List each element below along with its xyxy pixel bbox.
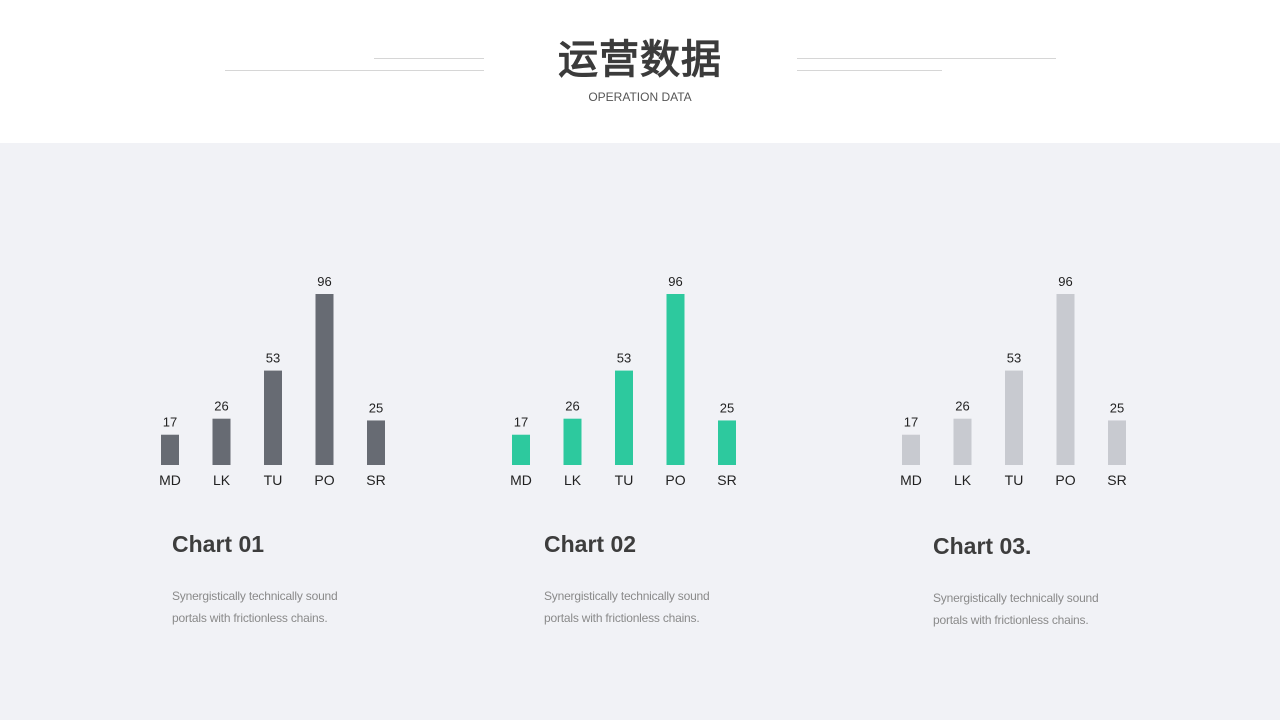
bar-md: [902, 434, 920, 465]
category-label-tu: TU: [264, 472, 283, 488]
bar-po: [666, 294, 685, 465]
category-label-lk: LK: [564, 472, 582, 488]
value-label-sr: 25: [720, 400, 734, 415]
category-label-md: MD: [510, 472, 532, 488]
category-label-tu: TU: [1005, 472, 1024, 488]
bar-po: [315, 294, 334, 465]
bar-md: [161, 434, 179, 465]
category-label-po: PO: [1055, 472, 1075, 488]
value-label-md: 17: [163, 415, 177, 430]
bar-lk: [212, 418, 231, 465]
bar-tu: [264, 370, 282, 465]
value-label-po: 96: [317, 274, 331, 289]
bar-md: [512, 434, 530, 465]
bar-chart-03: 17 MD 26 LK 53 TU 96 PO 25 SR: [900, 274, 1127, 488]
value-label-tu: 53: [1007, 351, 1021, 366]
chart-title-03: Chart 03.: [933, 533, 1032, 559]
value-label-lk: 26: [955, 399, 969, 414]
value-label-sr: 25: [369, 400, 383, 415]
chart-title-02: Chart 02: [544, 531, 637, 557]
page-subtitle: OPERATION DATA: [588, 90, 692, 104]
bar-sr: [1108, 420, 1126, 465]
category-label-md: MD: [900, 472, 922, 488]
value-label-sr: 25: [1110, 400, 1124, 415]
description-line: Synergistically technically sound: [544, 589, 710, 603]
bar-lk: [563, 418, 582, 465]
description-line: portals with frictionless chains.: [172, 611, 328, 625]
bar-tu: [1005, 370, 1023, 465]
chart-title-01: Chart 01: [172, 531, 265, 557]
chart-description-03: Synergistically technically sound portal…: [933, 587, 1153, 631]
value-label-lk: 26: [565, 399, 579, 414]
bar-chart-02: 17 MD 26 LK 53 TU 96 PO 25 SR: [510, 274, 737, 488]
page-title: 运营数据: [558, 37, 722, 83]
value-label-tu: 53: [617, 351, 631, 366]
chart-description-02: Synergistically technically sound portal…: [544, 585, 764, 629]
bar-sr: [367, 420, 385, 465]
bar-po: [1056, 294, 1075, 465]
bar-sr: [718, 420, 736, 465]
description-line: Synergistically technically sound: [933, 591, 1099, 605]
description-line: Synergistically technically sound: [172, 589, 338, 603]
category-label-tu: TU: [615, 472, 634, 488]
value-label-lk: 26: [214, 399, 228, 414]
category-label-lk: LK: [954, 472, 972, 488]
category-label-sr: SR: [366, 472, 385, 488]
category-label-po: PO: [314, 472, 334, 488]
bar-chart-01: 17 MD 26 LK 53 TU 96 PO 25 SR: [159, 274, 386, 488]
value-label-po: 96: [668, 274, 682, 289]
value-label-tu: 53: [266, 351, 280, 366]
value-label-md: 17: [514, 415, 528, 430]
header: 运营数据 OPERATION DATA: [0, 0, 1280, 143]
category-label-lk: LK: [213, 472, 231, 488]
bar-lk: [953, 418, 972, 465]
category-label-po: PO: [665, 472, 685, 488]
category-label-sr: SR: [717, 472, 736, 488]
value-label-md: 17: [904, 415, 918, 430]
bar-tu: [615, 370, 633, 465]
category-label-sr: SR: [1107, 472, 1126, 488]
content-area: 17 MD 26 LK 53 TU 96 PO 25 SR 17 MD 26 LK 53 TU 96 PO 25 S…: [0, 143, 1280, 720]
description-line: portals with frictionless chains.: [544, 611, 700, 625]
chart-description-01: Synergistically technically sound portal…: [172, 585, 392, 629]
category-label-md: MD: [159, 472, 181, 488]
value-label-po: 96: [1058, 274, 1072, 289]
description-line: portals with frictionless chains.: [933, 613, 1089, 627]
